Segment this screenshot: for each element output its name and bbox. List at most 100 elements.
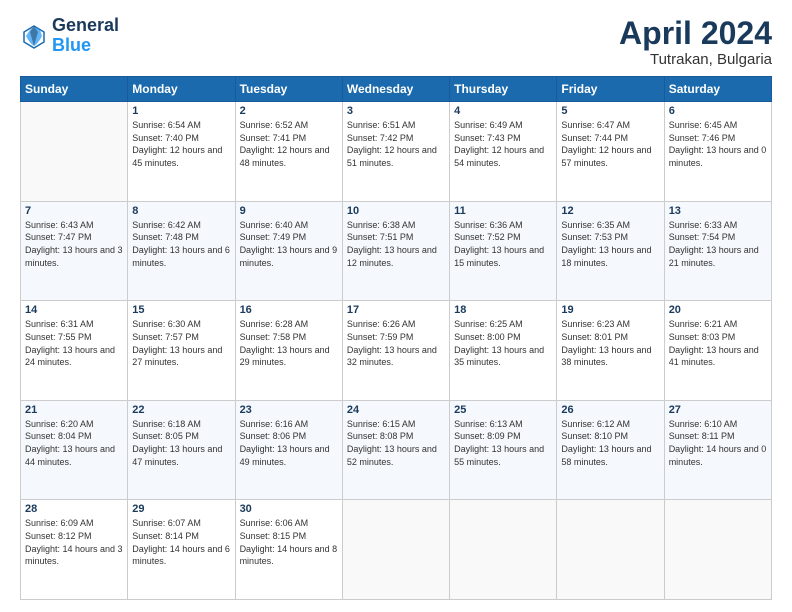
day-number: 27 <box>669 404 767 416</box>
day-info: Sunrise: 6:43 AMSunset: 7:47 PMDaylight:… <box>25 219 123 269</box>
calendar-table: SundayMondayTuesdayWednesdayThursdayFrid… <box>20 76 772 600</box>
day-number: 12 <box>561 205 659 217</box>
day-info: Sunrise: 6:12 AMSunset: 8:10 PMDaylight:… <box>561 418 659 468</box>
day-info: Sunrise: 6:36 AMSunset: 7:52 PMDaylight:… <box>454 219 552 269</box>
calendar-cell: 27 Sunrise: 6:10 AMSunset: 8:11 PMDayligh… <box>664 400 771 500</box>
calendar-cell: 21 Sunrise: 6:20 AMSunset: 8:04 PMDayligh… <box>21 400 128 500</box>
calendar-cell: 30 Sunrise: 6:06 AMSunset: 8:15 PMDayligh… <box>235 500 342 600</box>
logo: General Blue <box>20 16 119 56</box>
calendar-cell: 29 Sunrise: 6:07 AMSunset: 8:14 PMDayligh… <box>128 500 235 600</box>
day-info: Sunrise: 6:21 AMSunset: 8:03 PMDaylight:… <box>669 318 767 368</box>
calendar-header-sunday: Sunday <box>21 77 128 102</box>
day-number: 7 <box>25 205 123 217</box>
day-info: Sunrise: 6:45 AMSunset: 7:46 PMDaylight:… <box>669 119 767 169</box>
calendar-cell <box>21 102 128 202</box>
calendar-header-thursday: Thursday <box>450 77 557 102</box>
day-number: 2 <box>240 105 338 117</box>
day-info: Sunrise: 6:33 AMSunset: 7:54 PMDaylight:… <box>669 219 767 269</box>
calendar-cell: 12Sunrise: 6:35 AMSunset: 7:53 PMDayligh… <box>557 201 664 301</box>
calendar-week-2: 7 Sunrise: 6:43 AMSunset: 7:47 PMDaylight… <box>21 201 772 301</box>
day-info: Sunrise: 6:15 AMSunset: 8:08 PMDaylight:… <box>347 418 445 468</box>
day-info: Sunrise: 6:47 AMSunset: 7:44 PMDaylight:… <box>561 119 659 169</box>
day-info: Sunrise: 6:40 AMSunset: 7:49 PMDaylight:… <box>240 219 338 269</box>
calendar-cell: 26 Sunrise: 6:12 AMSunset: 8:10 PMDayligh… <box>557 400 664 500</box>
logo-icon <box>20 22 48 50</box>
day-info: Sunrise: 6:07 AMSunset: 8:14 PMDaylight:… <box>132 517 230 567</box>
calendar-cell: 14 Sunrise: 6:31 AMSunset: 7:55 PMDayligh… <box>21 301 128 401</box>
day-number: 4 <box>454 105 552 117</box>
calendar-cell: 9 Sunrise: 6:40 AMSunset: 7:49 PMDaylight… <box>235 201 342 301</box>
calendar-header-monday: Monday <box>128 77 235 102</box>
calendar-header-wednesday: Wednesday <box>342 77 449 102</box>
calendar-cell: 15 Sunrise: 6:30 AMSunset: 7:57 PMDayligh… <box>128 301 235 401</box>
calendar-header-tuesday: Tuesday <box>235 77 342 102</box>
day-number: 6 <box>669 105 767 117</box>
day-number: 14 <box>25 304 123 316</box>
day-info: Sunrise: 6:13 AMSunset: 8:09 PMDaylight:… <box>454 418 552 468</box>
day-info: Sunrise: 6:16 AMSunset: 8:06 PMDaylight:… <box>240 418 338 468</box>
day-number: 25 <box>454 404 552 416</box>
location: Tutrakan, Bulgaria <box>619 51 772 68</box>
day-number: 20 <box>669 304 767 316</box>
day-info: Sunrise: 6:25 AMSunset: 8:00 PMDaylight:… <box>454 318 552 368</box>
day-number: 21 <box>25 404 123 416</box>
calendar-week-1: 1 Sunrise: 6:54 AMSunset: 7:40 PMDaylight… <box>21 102 772 202</box>
calendar-cell: 3 Sunrise: 6:51 AMSunset: 7:42 PMDaylight… <box>342 102 449 202</box>
logo-text: General Blue <box>52 16 119 56</box>
day-info: Sunrise: 6:30 AMSunset: 7:57 PMDaylight:… <box>132 318 230 368</box>
calendar-cell <box>342 500 449 600</box>
day-number: 18 <box>454 304 552 316</box>
day-number: 5 <box>561 105 659 117</box>
header: General Blue April 2024 Tutrakan, Bulgar… <box>20 16 772 68</box>
day-number: 28 <box>25 503 123 515</box>
calendar-cell: 11Sunrise: 6:36 AMSunset: 7:52 PMDayligh… <box>450 201 557 301</box>
calendar-cell: 25 Sunrise: 6:13 AMSunset: 8:09 PMDayligh… <box>450 400 557 500</box>
day-number: 22 <box>132 404 230 416</box>
calendar-cell: 4 Sunrise: 6:49 AMSunset: 7:43 PMDaylight… <box>450 102 557 202</box>
calendar-week-5: 28Sunrise: 6:09 AMSunset: 8:12 PMDayligh… <box>21 500 772 600</box>
day-info: Sunrise: 6:51 AMSunset: 7:42 PMDaylight:… <box>347 119 445 169</box>
calendar-header-saturday: Saturday <box>664 77 771 102</box>
calendar-cell: 10 Sunrise: 6:38 AMSunset: 7:51 PMDayligh… <box>342 201 449 301</box>
day-info: Sunrise: 6:52 AMSunset: 7:41 PMDaylight:… <box>240 119 338 169</box>
day-info: Sunrise: 6:20 AMSunset: 8:04 PMDaylight:… <box>25 418 123 468</box>
calendar-cell: 13Sunrise: 6:33 AMSunset: 7:54 PMDayligh… <box>664 201 771 301</box>
calendar-cell: 24Sunrise: 6:15 AMSunset: 8:08 PMDayligh… <box>342 400 449 500</box>
calendar-header-row: SundayMondayTuesdayWednesdayThursdayFrid… <box>21 77 772 102</box>
day-info: Sunrise: 6:38 AMSunset: 7:51 PMDaylight:… <box>347 219 445 269</box>
calendar-cell: 17Sunrise: 6:26 AMSunset: 7:59 PMDayligh… <box>342 301 449 401</box>
day-number: 8 <box>132 205 230 217</box>
calendar-cell: 1 Sunrise: 6:54 AMSunset: 7:40 PMDaylight… <box>128 102 235 202</box>
day-number: 23 <box>240 404 338 416</box>
calendar-cell <box>664 500 771 600</box>
calendar-cell: 19Sunrise: 6:23 AMSunset: 8:01 PMDayligh… <box>557 301 664 401</box>
day-number: 29 <box>132 503 230 515</box>
day-info: Sunrise: 6:31 AMSunset: 7:55 PMDaylight:… <box>25 318 123 368</box>
calendar-cell: 23 Sunrise: 6:16 AMSunset: 8:06 PMDayligh… <box>235 400 342 500</box>
day-info: Sunrise: 6:42 AMSunset: 7:48 PMDaylight:… <box>132 219 230 269</box>
calendar-week-4: 21 Sunrise: 6:20 AMSunset: 8:04 PMDayligh… <box>21 400 772 500</box>
day-info: Sunrise: 6:23 AMSunset: 8:01 PMDaylight:… <box>561 318 659 368</box>
day-number: 17 <box>347 304 445 316</box>
day-number: 1 <box>132 105 230 117</box>
day-number: 3 <box>347 105 445 117</box>
day-number: 26 <box>561 404 659 416</box>
page: General Blue April 2024 Tutrakan, Bulgar… <box>0 0 792 612</box>
calendar-cell: 5 Sunrise: 6:47 AMSunset: 7:44 PMDaylight… <box>557 102 664 202</box>
calendar-cell: 22Sunrise: 6:18 AMSunset: 8:05 PMDayligh… <box>128 400 235 500</box>
day-number: 9 <box>240 205 338 217</box>
calendar-cell <box>557 500 664 600</box>
day-info: Sunrise: 6:06 AMSunset: 8:15 PMDaylight:… <box>240 517 338 567</box>
day-info: Sunrise: 6:28 AMSunset: 7:58 PMDaylight:… <box>240 318 338 368</box>
day-number: 15 <box>132 304 230 316</box>
title-block: April 2024 Tutrakan, Bulgaria <box>619 16 772 68</box>
day-info: Sunrise: 6:54 AMSunset: 7:40 PMDaylight:… <box>132 119 230 169</box>
day-info: Sunrise: 6:49 AMSunset: 7:43 PMDaylight:… <box>454 119 552 169</box>
calendar-header-friday: Friday <box>557 77 664 102</box>
day-number: 30 <box>240 503 338 515</box>
calendar-cell: 20 Sunrise: 6:21 AMSunset: 8:03 PMDayligh… <box>664 301 771 401</box>
day-number: 10 <box>347 205 445 217</box>
calendar-cell <box>450 500 557 600</box>
day-info: Sunrise: 6:10 AMSunset: 8:11 PMDaylight:… <box>669 418 767 468</box>
calendar-cell: 8 Sunrise: 6:42 AMSunset: 7:48 PMDaylight… <box>128 201 235 301</box>
